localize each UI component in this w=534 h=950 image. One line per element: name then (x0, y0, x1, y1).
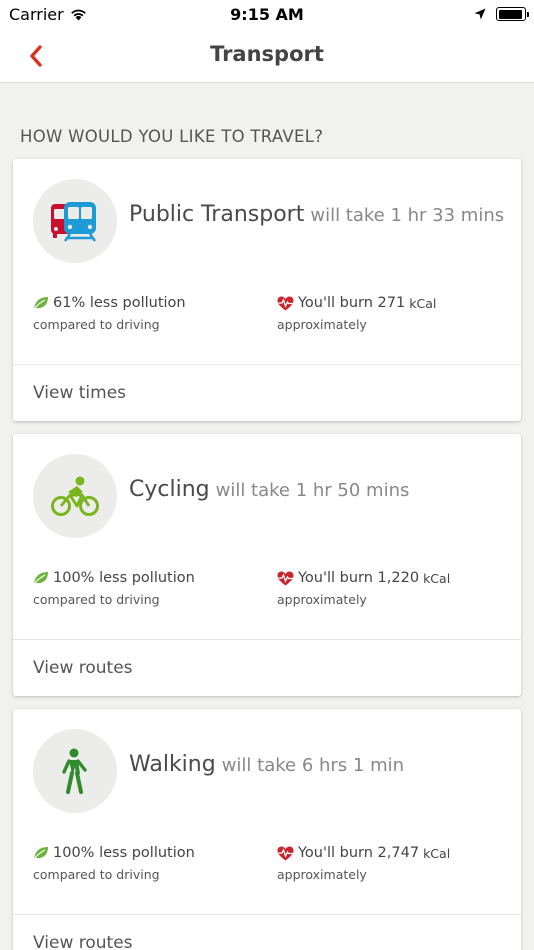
pollution-text: 100% less pollution (53, 570, 195, 586)
walking-person-icon (62, 748, 87, 794)
card-divider (13, 914, 521, 915)
calorie-text: You'll burn 1,220 (298, 570, 420, 586)
leaf-icon (33, 847, 48, 860)
location-arrow-icon (474, 8, 486, 20)
pollution-stat: 100% less pollution compared to driving (33, 570, 195, 607)
transport-option-card[interactable]: Cycling will take 1 hr 50 mins 100% less … (13, 434, 521, 696)
transport-option-card[interactable]: Walking will take 6 hrs 1 min 100% less p… (13, 709, 521, 950)
card-divider (13, 364, 521, 365)
calorie-text: You'll burn 2,747 (298, 845, 420, 861)
heart-pulse-icon (277, 846, 294, 860)
duration-text: will take 1 hr 33 mins (310, 205, 505, 226)
pollution-text: 100% less pollution (53, 845, 195, 861)
bicycle-icon (51, 476, 99, 516)
status-right (474, 7, 529, 21)
card-divider (13, 639, 521, 640)
bus-train-icon (51, 202, 97, 242)
leaf-icon (33, 572, 48, 585)
section-heading: HOW WOULD YOU LIKE TO TRAVEL? (20, 127, 324, 146)
status-time: 9:15 AM (230, 5, 304, 24)
mode-name: Walking (129, 752, 216, 777)
pollution-subtext: compared to driving (33, 317, 160, 332)
duration-text: will take 1 hr 50 mins (215, 480, 410, 501)
page-title: Transport (210, 42, 324, 66)
calorie-subtext: approximately (277, 867, 367, 882)
heart-pulse-icon (277, 571, 294, 585)
chevron-left-icon (30, 45, 42, 67)
pollution-subtext: compared to driving (33, 592, 160, 607)
calorie-subtext: approximately (277, 317, 367, 332)
calorie-stat: You'll burn 2,747 kCal approximately (277, 845, 450, 882)
mode-name: Cycling (129, 477, 210, 502)
mode-icon-circle (33, 729, 117, 813)
pollution-text: 61% less pollution (53, 295, 186, 311)
heart-pulse-icon (277, 296, 294, 310)
view-routes-button[interactable]: View routes (33, 933, 133, 950)
view-routes-button[interactable]: View routes (33, 658, 133, 678)
pollution-stat: 61% less pollution compared to driving (33, 295, 186, 332)
battery-icon (496, 7, 529, 21)
calorie-stat: You'll burn 271 kCal approximately (277, 295, 436, 332)
calorie-unit: kCal (409, 295, 437, 311)
nav-bar: Transport (0, 30, 534, 83)
duration-text: will take 6 hrs 1 min (221, 755, 405, 776)
back-button[interactable] (18, 38, 54, 74)
leaf-icon (33, 297, 48, 310)
card-title: Cycling will take 1 hr 50 mins (129, 477, 409, 502)
status-bar: Carrier 9:15 AM (0, 0, 534, 30)
pollution-stat: 100% less pollution compared to driving (33, 845, 195, 882)
calorie-subtext: approximately (277, 592, 367, 607)
mode-icon-circle (33, 179, 117, 263)
calorie-unit: kCal (423, 845, 451, 861)
calorie-stat: You'll burn 1,220 kCal approximately (277, 570, 450, 607)
card-title: Walking will take 6 hrs 1 min (129, 752, 404, 777)
calorie-unit: kCal (423, 570, 451, 586)
battery-fill (498, 9, 523, 19)
calorie-text: You'll burn 271 (298, 295, 406, 311)
pollution-subtext: compared to driving (33, 867, 160, 882)
mode-icon-circle (33, 454, 117, 538)
mode-name: Public Transport (129, 202, 305, 227)
view-times-button[interactable]: View times (33, 383, 126, 403)
card-title: Public Transport will take 1 hr 33 mins (129, 202, 504, 227)
transport-option-card[interactable]: Public Transport will take 1 hr 33 mins 6… (13, 159, 521, 421)
